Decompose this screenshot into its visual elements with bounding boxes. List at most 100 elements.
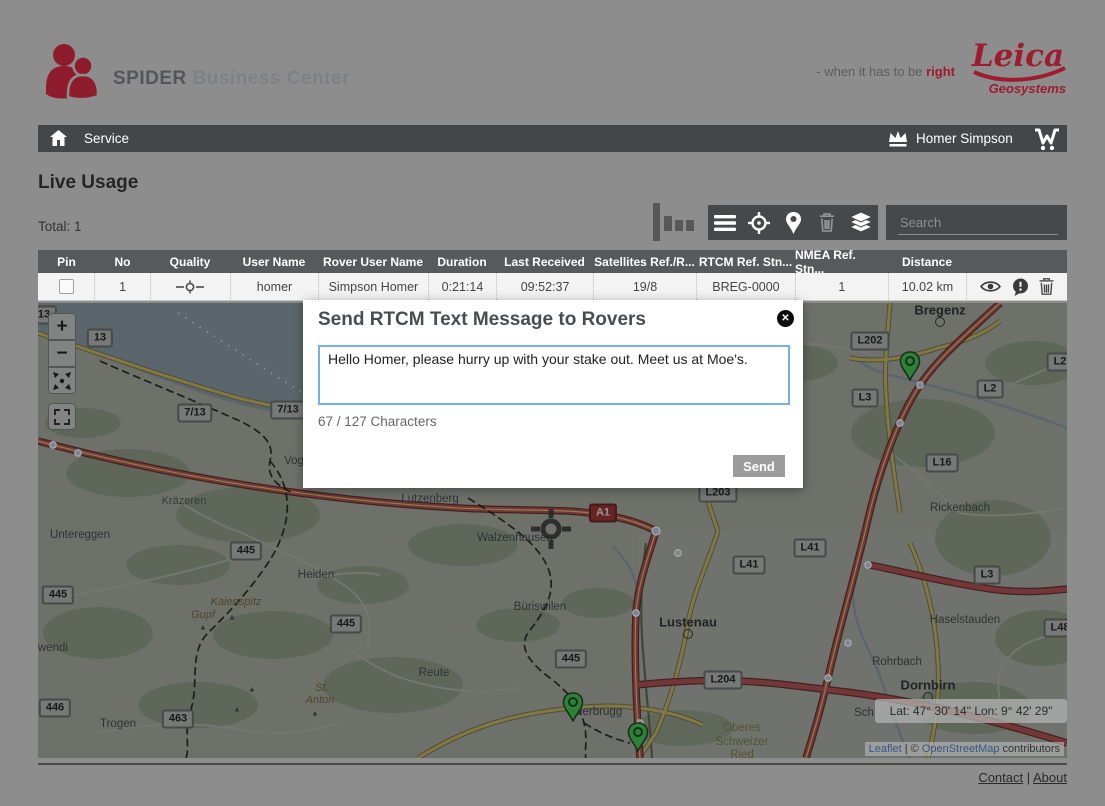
road-badge: 7/13 (177, 404, 212, 423)
eye-icon[interactable] (980, 280, 1001, 293)
map-attribution: Leaflet | © OpenStreetMap contributors (865, 742, 1064, 756)
marker-icon[interactable] (778, 209, 808, 237)
col-last-received[interactable]: Last Received (496, 250, 593, 273)
row-last-received: 09:52:37 (496, 273, 593, 300)
col-rtcm-ref[interactable]: RTCM Ref. Stn... (696, 250, 795, 273)
map-label: Reute (419, 667, 450, 679)
col-nmea-ref[interactable]: NMEA Ref. Stn... (795, 250, 888, 273)
map-label: schwendi (38, 642, 68, 654)
map-label: ▲ (248, 685, 256, 694)
zoom-out-button[interactable]: − (48, 340, 76, 367)
road-badge: L202 (850, 332, 889, 351)
map-label: ▲ (311, 709, 319, 718)
trash-icon[interactable] (812, 209, 842, 237)
home-icon[interactable] (50, 130, 67, 151)
close-icon[interactable]: ✕ (777, 310, 794, 327)
rover-pin[interactable] (562, 692, 584, 727)
col-rover-user-name[interactable]: Rover User Name (318, 250, 428, 273)
col-distance[interactable]: Distance (888, 250, 966, 273)
row-checkbox[interactable] (59, 279, 74, 294)
rover-pin[interactable] (899, 351, 921, 386)
character-counter: 67 / 127 Characters (318, 414, 437, 429)
map-label: Schweizer (715, 736, 768, 748)
map-label: ▲ (233, 705, 241, 714)
message-icon[interactable] (1011, 278, 1029, 296)
map-label: Ried (730, 749, 754, 758)
quality-icon (150, 273, 230, 300)
map-label: Bregenz (914, 303, 965, 318)
crown-icon (886, 129, 910, 153)
row-rtcm-ref: BREG-0000 (696, 273, 795, 300)
map-label: Oberes (723, 722, 761, 734)
map-label: Lustenau (659, 615, 717, 630)
about-link[interactable]: About (1033, 770, 1067, 785)
message-textarea[interactable]: Hello Homer, please hurry up with your s… (318, 345, 790, 405)
modal-title: Send RTCM Text Message to Rovers (318, 309, 646, 331)
col-quality[interactable]: Quality (150, 250, 230, 273)
road-badge: 445 (42, 586, 74, 605)
total-count: Total: 1 (38, 219, 82, 234)
col-user-name[interactable]: User Name (230, 250, 318, 273)
row-rover-user-name: Simpson Homer (318, 273, 428, 300)
contact-link[interactable]: Contact (978, 770, 1023, 785)
col-pin[interactable]: Pin (38, 250, 95, 273)
map-label: Lutzenberg (401, 493, 459, 505)
map-label: Trogen (100, 718, 136, 730)
city-marker (683, 629, 693, 639)
map-label: ▲ (199, 623, 207, 632)
row-satellites: 19/8 (593, 273, 696, 300)
nav-item-service[interactable]: Service (84, 131, 129, 146)
map-label: Büriswilen (514, 601, 566, 613)
map-label: Sch (854, 707, 874, 719)
table-row: 1 homer Simpson Homer 0:21:14 09:52:37 1… (38, 273, 1067, 301)
latlon-readout: Lat: 47° 30' 14" Lon: 9° 42' 29" (875, 699, 1067, 723)
osm-link[interactable]: OpenStreetMap (922, 743, 1000, 755)
reference-station-marker[interactable] (531, 509, 571, 554)
row-distance: 10.02 km (888, 273, 966, 300)
send-button[interactable]: Send (733, 455, 785, 477)
row-nmea-ref: 1 (795, 273, 888, 300)
map-label: Rohrbach (872, 656, 922, 668)
box-select-control (48, 403, 76, 430)
row-duration: 0:21:14 (428, 273, 496, 300)
col-no[interactable]: No (95, 250, 150, 273)
map-label: Rickenbach (930, 502, 990, 514)
fit-extent-button[interactable] (48, 367, 76, 394)
map-label: Kräzeren (162, 495, 207, 507)
zoom-in-button[interactable]: + (48, 313, 76, 340)
user-menu[interactable]: Homer Simpson (916, 131, 1013, 146)
trash-icon[interactable] (1039, 278, 1054, 295)
road-badge: 463 (162, 710, 194, 729)
city-marker (935, 317, 945, 327)
map-label: Anton (306, 694, 335, 706)
footer-divider (38, 763, 1067, 765)
leaflet-link[interactable]: Leaflet (869, 743, 902, 755)
col-actions (966, 250, 1067, 273)
cart-icon[interactable] (1032, 127, 1062, 156)
road-badge: 445 (230, 542, 262, 561)
map-label: St. (315, 682, 328, 694)
road-badge: 445 (555, 650, 587, 669)
road-badge: L2 (1047, 353, 1067, 372)
map-label: Gupf (191, 609, 215, 621)
col-duration[interactable]: Duration (428, 250, 496, 273)
search-input[interactable] (898, 210, 1058, 235)
road-badge: L41 (794, 539, 827, 558)
rover-pin[interactable] (627, 722, 649, 757)
brand-tagline: - when it has to be right (0, 64, 955, 79)
menu-icon[interactable] (710, 209, 740, 237)
target-icon[interactable] (744, 209, 774, 237)
road-badge: L48 (1044, 619, 1067, 638)
dashed-square-icon (54, 409, 70, 425)
table-header: Pin No Quality User Name Rover User Name… (38, 250, 1067, 273)
road-badge: L41 (733, 556, 766, 575)
box-select-button[interactable] (48, 403, 76, 430)
layers-icon[interactable] (846, 209, 876, 237)
usage-chart-icon[interactable] (652, 203, 700, 248)
map-label: ▲ (228, 613, 236, 622)
col-satellites[interactable]: Satellites Ref./R... (593, 250, 696, 273)
road-badge: 13 (87, 329, 113, 348)
map-zoom-controls: + − (48, 313, 78, 394)
page-title: Live Usage (38, 172, 138, 194)
road-badge: L3 (974, 566, 1001, 585)
